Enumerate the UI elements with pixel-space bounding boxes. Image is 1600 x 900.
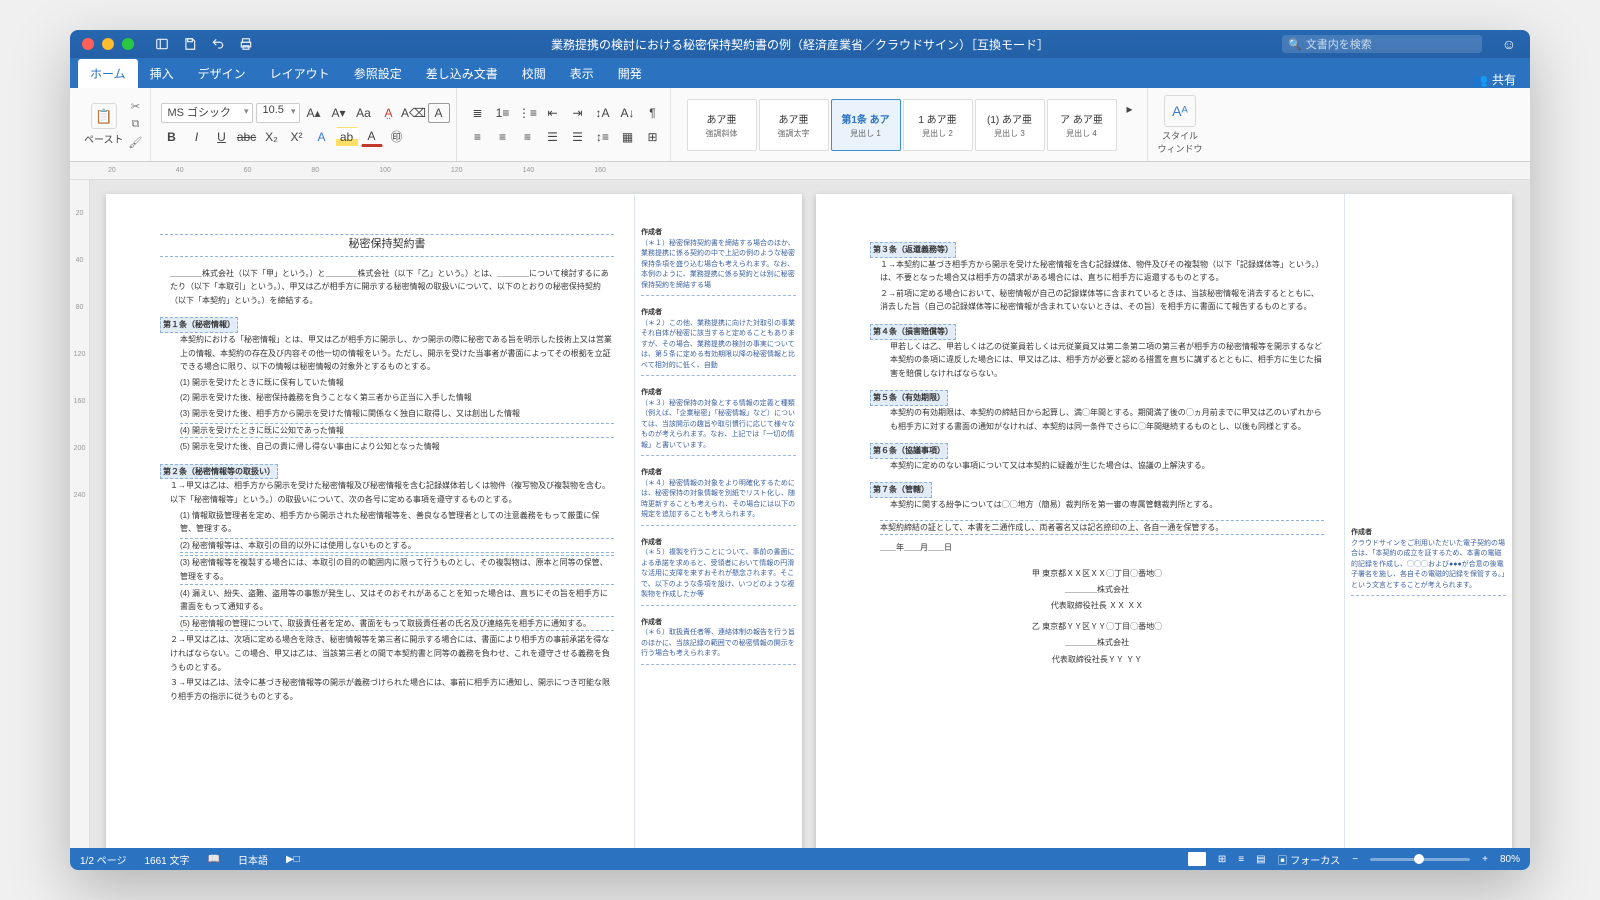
zoom-level[interactable]: 80% [1500, 854, 1520, 865]
distributed-icon[interactable]: ☰ [567, 127, 589, 147]
language-status[interactable]: 日本語 [238, 852, 268, 867]
copy-icon[interactable]: ⧉ [128, 118, 144, 131]
shrink-font-icon[interactable]: A▾ [328, 103, 350, 123]
comment[interactable]: 作成者（＊４）秘密情報の対象をより明確化するためには、秘密保持の対象情報を別紙で… [641, 464, 796, 526]
shading-icon[interactable]: ▦ [617, 127, 639, 147]
tab-home[interactable]: ホーム [78, 59, 138, 88]
article-2-heading: 第２条（秘密情報等の取扱い） [160, 464, 278, 480]
zoom-slider[interactable] [1370, 858, 1470, 861]
indent-dec-icon[interactable]: ⇤ [542, 103, 564, 123]
tab-layout[interactable]: レイアウト [258, 59, 342, 88]
format-painter-icon[interactable]: 🖌 [128, 136, 144, 149]
borders-icon[interactable]: ⊞ [642, 127, 664, 147]
sidebar-icon[interactable] [154, 36, 170, 52]
style-pane-button[interactable]: Aᴬ スタイル ウィンドウ [1158, 95, 1203, 155]
tab-review[interactable]: 校閲 [510, 59, 558, 88]
window-title: 業務提携の検討における秘密保持契約書の例（経済産業省／クラウドサイン）［互換モー… [551, 36, 1049, 53]
word-count[interactable]: 1661 文字 [144, 852, 189, 867]
comment[interactable]: 作成者（＊５）複製を行うことについて、事前の書面による承諾を求めると、受領者にお… [641, 534, 796, 606]
tab-mailings[interactable]: 差し込み文書 [414, 59, 510, 88]
justify-icon[interactable]: ☰ [542, 127, 564, 147]
spellcheck-icon[interactable]: 📖 [208, 854, 220, 865]
text-direction-icon[interactable]: ↕A [592, 103, 614, 123]
paste-button[interactable]: 📋 ペースト [84, 103, 124, 146]
comment[interactable]: 作成者（＊３）秘密保持の対象とする情報の定義と種類（例えば、「企業秘密」「秘密情… [641, 384, 796, 456]
clear-format-icon[interactable]: A⌫ [403, 103, 425, 123]
article-1-heading: 第１条（秘密情報） [160, 317, 238, 333]
phonetic-guide-icon[interactable]: A̤ [378, 103, 400, 123]
comment[interactable]: 作成者（＊２）この他、業務提携に向けた対取引の事業それ自体が秘密に該当すると定め… [641, 304, 796, 376]
numbering-icon[interactable]: 1≡ [492, 103, 514, 123]
italic-button[interactable]: I [186, 127, 208, 147]
web-layout-view[interactable]: ⊞ [1218, 854, 1226, 865]
zoom-out[interactable]: − [1352, 854, 1358, 865]
cut-icon[interactable]: ✂ [128, 100, 144, 113]
comment[interactable]: 作成者（＊１）秘密保持契約書を締結する場合のほか、業務提携に係る契約の中で上記の… [641, 224, 796, 296]
close-window[interactable] [82, 38, 94, 50]
style-gallery[interactable]: あア亜強調斜体 あア亜強調太字 第1条 あア見出し 1 1 あア亜見出し 2 (… [687, 99, 1141, 151]
highlight-icon[interactable]: ab [336, 127, 358, 147]
article-5-heading: 第５条（有効期限） [870, 390, 948, 406]
align-right-icon[interactable]: ≡ [517, 127, 539, 147]
page-1[interactable]: 秘密保持契約書 ＿＿＿＿株式会社（以下「甲」という。）と＿＿＿＿株式会社（以下「… [106, 194, 802, 848]
minimize-window[interactable] [102, 38, 114, 50]
doc-title: 秘密保持契約書 [160, 234, 614, 257]
bold-button[interactable]: B [161, 127, 183, 147]
comment[interactable]: 作成者（＊６）取扱責任者等、連絡体制の報告を行う旨のほかに、当該記録の範囲での秘… [641, 614, 796, 665]
bullets-icon[interactable]: ≣ [467, 103, 489, 123]
focus-mode[interactable]: ▣ フォーカス [1278, 852, 1341, 867]
line-spacing-icon[interactable]: ↕≡ [592, 127, 614, 147]
sort-icon[interactable]: A↓ [617, 103, 639, 123]
align-left-icon[interactable]: ≡ [467, 127, 489, 147]
subscript-button[interactable]: X₂ [261, 127, 283, 147]
horizontal-ruler[interactable]: 20406080100120140160 [70, 162, 1530, 180]
outline-view[interactable]: ≡ [1238, 854, 1244, 865]
signature-block: 甲 東京都ＸＸ区ＸＸ◯丁目◯番地◯＿＿＿＿株式会社代表取締役社長 ＸＸ ＸＸ 乙… [870, 567, 1324, 667]
share-button[interactable]: 👥 共有 [1473, 71, 1516, 88]
align-center-icon[interactable]: ≡ [492, 127, 514, 147]
multilevel-icon[interactable]: ⋮≡ [517, 103, 539, 123]
comment[interactable]: 作成者クラウドサインをご利用いただいた電子契約の場合は、「本契約の成立を証するた… [1351, 524, 1506, 596]
user-menu[interactable]: ☺ [1502, 36, 1516, 52]
article-4-heading: 第４条（損害賠償等） [870, 324, 956, 340]
font-size-select[interactable]: 10.5 [256, 103, 300, 123]
tab-view[interactable]: 表示 [558, 59, 606, 88]
macro-icon[interactable]: ▶□ [286, 854, 300, 865]
save-icon[interactable] [182, 36, 198, 52]
font-name-select[interactable]: MS ゴシック [161, 103, 253, 123]
print-icon[interactable] [238, 36, 254, 52]
tab-design[interactable]: デザイン [186, 59, 258, 88]
grow-font-icon[interactable]: A▴ [303, 103, 325, 123]
superscript-button[interactable]: X² [286, 127, 308, 147]
font-color-icon[interactable]: A [361, 127, 383, 147]
search-input[interactable]: 🔍 文書内を検索 [1282, 35, 1482, 53]
underline-button[interactable]: U [211, 127, 233, 147]
show-marks-icon[interactable]: ¶ [642, 103, 664, 123]
style-more-icon[interactable]: ▸ [1119, 99, 1141, 119]
indent-inc-icon[interactable]: ⇥ [567, 103, 589, 123]
zoom-window[interactable] [122, 38, 134, 50]
char-border-icon[interactable]: A [428, 103, 450, 123]
print-layout-view[interactable] [1188, 852, 1206, 866]
change-case-icon[interactable]: Aa [353, 103, 375, 123]
article-7-heading: 第７条（管轄） [870, 482, 932, 498]
strike-button[interactable]: abc [236, 127, 258, 147]
page-count[interactable]: 1/2 ページ [80, 852, 126, 867]
page-2[interactable]: 第３条（返還義務等） １→本契約に基づき相手方から開示を受けた秘密情報を含む記録… [816, 194, 1512, 848]
tab-developer[interactable]: 開発 [606, 59, 654, 88]
zoom-in[interactable]: + [1482, 854, 1488, 865]
tab-references[interactable]: 参照設定 [342, 59, 414, 88]
article-6-heading: 第６条（協議事項） [870, 443, 948, 459]
tab-insert[interactable]: 挿入 [138, 59, 186, 88]
text-effects-icon[interactable]: A [311, 127, 333, 147]
article-3-heading: 第３条（返還義務等） [870, 242, 956, 258]
enclose-char-icon[interactable]: ㊞ [386, 127, 408, 147]
undo-icon[interactable] [210, 36, 226, 52]
draft-view[interactable]: ▤ [1256, 854, 1265, 865]
vertical-ruler[interactable]: 204080120160200240 [70, 180, 90, 848]
